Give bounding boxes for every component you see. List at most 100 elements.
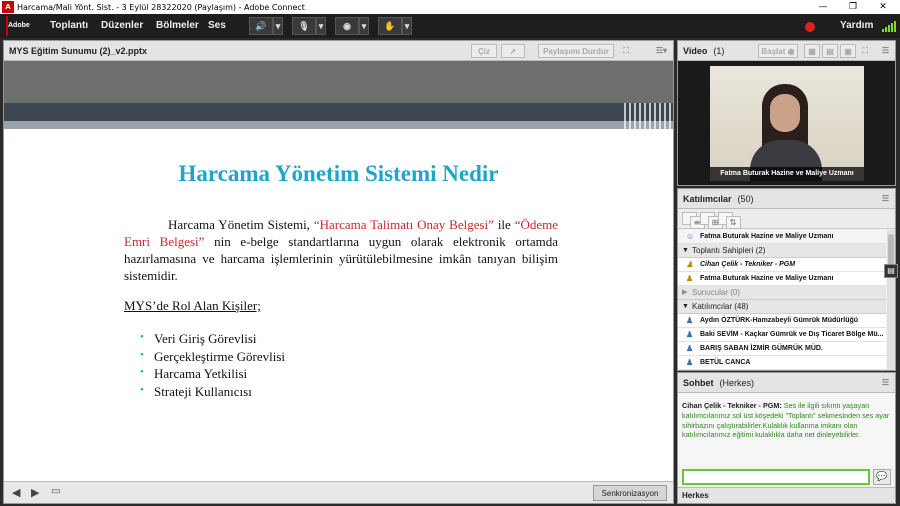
sort-icon: ⇅ (725, 216, 741, 229)
fullscreen-icon: ⛶ (862, 46, 868, 55)
speaker-dropdown[interactable]: ▾ (273, 17, 283, 35)
filmstrip-view-button[interactable]: ▤ (822, 44, 838, 58)
share-pod-header: MYS Eğitim Sunumu (2)_v2.pptx Çiz ➚ Payl… (4, 41, 673, 61)
grid-view-button[interactable]: ▦ (804, 44, 820, 58)
connection-signal-icon (882, 21, 896, 32)
previous-slide-icon[interactable]: ◀ (12, 486, 20, 499)
draw-button[interactable]: Çiz (471, 44, 497, 58)
video-pod-title: Video (683, 46, 708, 56)
pod-side-tab-icon[interactable]: ▤ (884, 264, 898, 278)
video-pod-header: Video (1) Başlat ◉ ▦ ▤ ▣ ⛶ ☰ (678, 41, 895, 61)
list-view-button[interactable]: ≡ (682, 212, 705, 229)
menu-audio[interactable]: Ses (208, 20, 226, 31)
slide-canvas: Harcama Yönetim Sistemi Nedir Harcama Yö… (4, 61, 673, 481)
list-item[interactable]: ☺ Fatma Buturak Hazine ve Maliye Uzmanı (678, 230, 886, 244)
status-button[interactable]: ✋ (378, 17, 402, 35)
speaker-icon: 🔊 (255, 20, 267, 31)
chevron-down-icon: ▾ (404, 20, 410, 31)
send-message-button[interactable]: 💬 (873, 469, 891, 485)
attendees-title: Katılımcılar (683, 194, 732, 204)
attendees-pod: Katılımcılar (50) ☰ ≡ ⊞ ⇅ ☺ Fatma Buturak … (677, 188, 896, 371)
user-icon: ♟ (686, 316, 694, 325)
list-item[interactable]: ♟ Cihan Çelik - Tekniker - PGM (678, 258, 886, 272)
chevron-down-icon: ▾ (318, 20, 324, 31)
minimize-button[interactable]: — (808, 0, 838, 14)
hosts-section-header[interactable]: ▼ Toplantı Sahipleri (2) (678, 244, 886, 258)
fullscreen-icon: ⛶ (623, 46, 629, 55)
triangle-down-icon: ▼ (682, 247, 689, 254)
grid-icon: ▦ (808, 46, 816, 56)
webcam-dropdown[interactable]: ▾ (359, 17, 369, 35)
microphone-button[interactable]: 🎙 (292, 17, 316, 35)
webcam-button[interactable]: ◉ (335, 17, 359, 35)
start-webcam-button[interactable]: Başlat ◉ (758, 44, 798, 58)
chat-tab-everyone[interactable]: Herkes (678, 487, 895, 503)
close-window-button[interactable]: ✕ (868, 0, 898, 14)
list-item[interactable]: ♟ Fatma Buturak Hazine ve Maliye Uzmanı (678, 272, 886, 286)
slide-heading: Harcama Yönetim Sistemi Nedir (178, 161, 499, 186)
pod-menu-icon[interactable]: ☰▾ (656, 46, 667, 55)
shared-document-title: MYS Eğitim Sunumu (2)_v2.pptx (9, 46, 148, 56)
webcam-icon: ◉ (787, 46, 795, 56)
adobe-connect-app-icon: A (2, 1, 14, 13)
adobe-logo: Adobe (6, 16, 30, 36)
list-item[interactable]: ♟ Baki SEVİM - Kaçkar Gümrük ve Dış Ticar… (678, 328, 886, 342)
webcam-icon: ◉ (343, 20, 351, 31)
presenters-section-header[interactable]: ▶ Sunucular (0) (678, 286, 886, 300)
help-menu[interactable]: Yardım (840, 20, 873, 31)
slide-subheading: MYS’de Rol Alan Kişiler; (124, 298, 261, 313)
attendees-pod-header: Katılımcılar (50) ☰ (678, 189, 895, 209)
chat-title: Sohbet (683, 378, 714, 388)
microphone-icon: 🎙 (298, 20, 310, 31)
participants-section-header[interactable]: ▼ Katılımcılar (48) (678, 300, 886, 314)
fullscreen-button[interactable]: ⛶ (618, 44, 634, 58)
chat-bubble-icon: 💬 (876, 472, 888, 482)
chat-pod-header: Sohbet (Herkes) ☰ (678, 373, 895, 393)
speaker-button[interactable]: 🔊 (249, 17, 273, 35)
filmstrip-icon: ▤ (826, 46, 834, 56)
triangle-right-icon: ▶ (682, 289, 688, 296)
next-slide-icon[interactable]: ▶ (31, 486, 39, 499)
breakout-button[interactable]: ⊞ (700, 212, 723, 229)
share-pod-footer: ◀ ▶ ▭ Senkronizasyon (4, 481, 673, 503)
status-dropdown[interactable]: ▾ (402, 17, 412, 35)
pointer-button[interactable]: ➚ (501, 44, 525, 58)
attendees-scrollbar[interactable] (887, 230, 895, 370)
maximize-button[interactable]: ❐ (838, 0, 868, 14)
user-icon: ☺ (686, 232, 695, 241)
menu-pods[interactable]: Bölmeler (156, 20, 199, 31)
sync-button[interactable]: Senkronizasyon (593, 485, 667, 501)
attendees-count: (50) (737, 194, 754, 204)
slide-paragraph: Harcama Yönetim Sistemi, “Harcama Talima… (124, 217, 558, 283)
pod-menu-icon[interactable]: ☰ (882, 194, 889, 203)
webcam-feed: Fatma Buturak Hazine ve Maliye Uzmanı (710, 66, 864, 181)
presenter-view-button[interactable]: ▣ (840, 44, 856, 58)
sort-button[interactable]: ⇅ (718, 212, 741, 229)
host-icon: ♟ (686, 260, 694, 269)
list-item[interactable]: ♟ Aydın ÖZTÜRK-Hamzabeyli Gümrük Müdürlüğ… (678, 314, 886, 328)
recording-indicator-icon[interactable] (805, 22, 815, 32)
video-fullscreen-button[interactable]: ⛶ (858, 44, 872, 58)
chat-input[interactable] (682, 469, 870, 485)
pod-menu-icon[interactable]: ☰ (882, 378, 889, 387)
pod-menu-icon[interactable]: ☰ (882, 46, 889, 55)
presenter-icon: ▣ (844, 46, 852, 56)
share-pod: MYS Eğitim Sunumu (2)_v2.pptx Çiz ➚ Payl… (3, 40, 674, 504)
list-item[interactable]: ♟ BARIŞ SABAN İZMİR GÜMRÜK MÜD. (678, 342, 886, 356)
chat-pod: Sohbet (Herkes) ☰ Cihan Çelik - Tekniker … (677, 372, 896, 504)
attendees-list: ☺ Fatma Buturak Hazine ve Maliye Uzmanı ▼… (678, 230, 886, 370)
triangle-down-icon: ▼ (682, 303, 689, 310)
menu-meeting[interactable]: Toplantı (50, 20, 88, 31)
list-item[interactable]: ♟ BETÜL CANCA (678, 356, 886, 370)
stop-sharing-button[interactable]: Paylaşımı Durdur (538, 44, 614, 58)
host-icon: ♟ (686, 274, 694, 283)
chat-sender: Cihan Çelik - Tekniker - PGM: (682, 401, 782, 410)
microphone-dropdown[interactable]: ▾ (316, 17, 326, 35)
raise-hand-icon: ✋ (384, 20, 396, 31)
user-icon: ♟ (686, 344, 694, 353)
video-caption: Fatma Buturak Hazine ve Maliye Uzmanı (710, 167, 864, 181)
menu-layouts[interactable]: Düzenler (101, 20, 143, 31)
window-titlebar: A Harcama/Mali Yönt. Sist. - 3 Eylül 283… (0, 0, 900, 14)
video-pod: Video (1) Başlat ◉ ▦ ▤ ▣ ⛶ ☰ Fatma Butura… (677, 40, 896, 186)
sidebar-toggle-icon[interactable]: ▭ (51, 486, 60, 497)
